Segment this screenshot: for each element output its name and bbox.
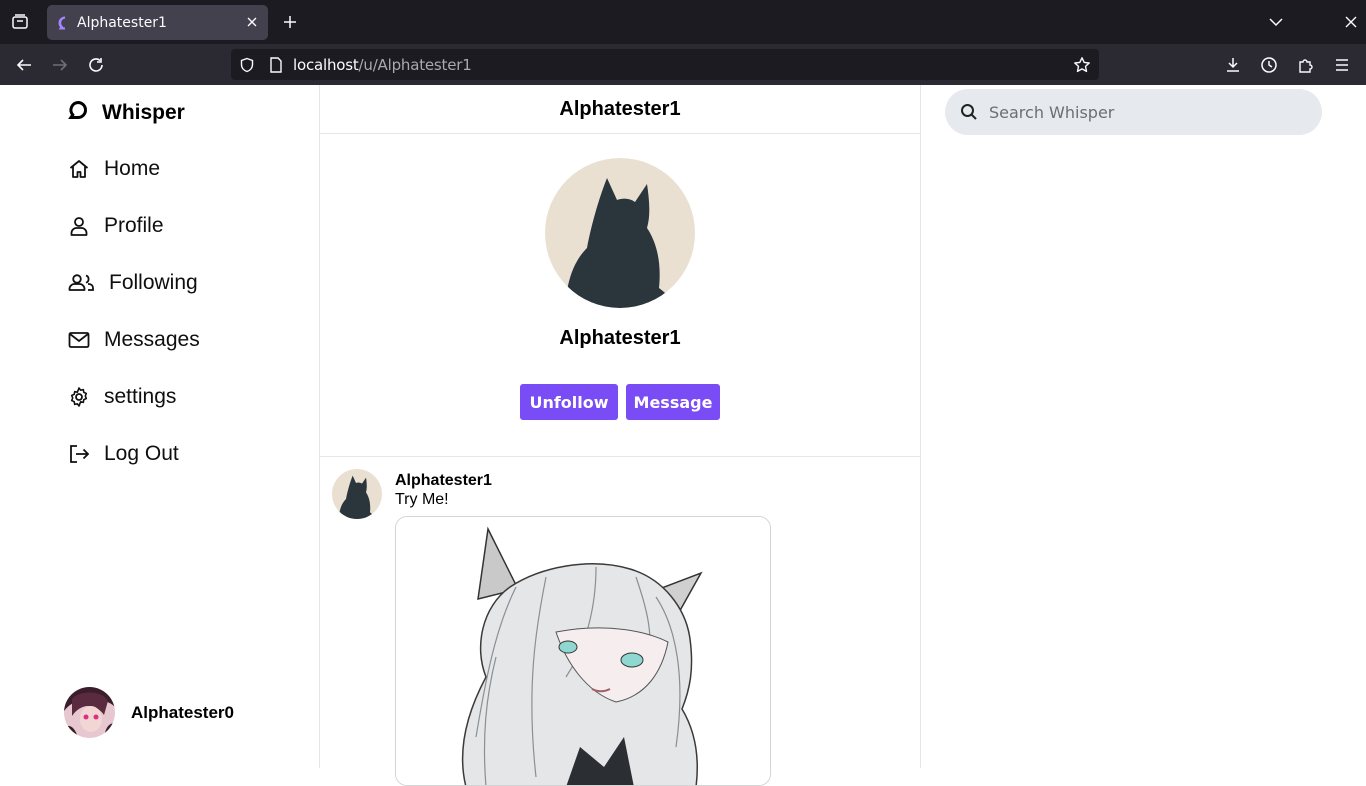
right-column (921, 85, 1366, 768)
main-column: Alphatester1 Alphatester1 Unfollow Messa… (320, 85, 921, 786)
profile-name: Alphatester1 (559, 327, 681, 349)
page: Whisper Home Profile Following Messages (0, 85, 1366, 786)
url-text: localhost/u/Alphatester1 (293, 56, 472, 74)
sidebar-item-settings[interactable]: settings (68, 382, 176, 412)
history-icon[interactable] (1258, 54, 1280, 76)
back-icon[interactable] (13, 54, 35, 76)
tab-close-icon[interactable] (244, 14, 260, 30)
brand[interactable]: Whisper (68, 100, 185, 125)
sidebar-item-label: Home (104, 157, 161, 180)
search-icon (959, 102, 979, 122)
new-tab-icon[interactable] (280, 12, 300, 32)
tab-list-icon[interactable] (8, 10, 32, 34)
sidebar-item-label: Following (109, 271, 198, 294)
user-icon (68, 215, 90, 237)
mail-icon (68, 329, 90, 351)
profile-avatar (545, 158, 695, 308)
page-header: Alphatester1 (320, 85, 920, 134)
menu-icon[interactable] (1331, 54, 1353, 76)
sidebar-item-logout[interactable]: Log Out (68, 439, 179, 469)
home-icon (68, 158, 90, 180)
tab-title: Alphatester1 (77, 14, 167, 31)
reload-icon[interactable] (85, 54, 107, 76)
sidebar-item-following[interactable]: Following (68, 268, 198, 298)
unfollow-button[interactable]: Unfollow (520, 384, 618, 420)
users-icon (68, 272, 95, 294)
search-input[interactable] (989, 102, 1309, 122)
downloads-icon[interactable] (1222, 54, 1244, 76)
whisper-logo-icon (68, 100, 88, 125)
sidebar-item-profile[interactable]: Profile (68, 211, 164, 241)
chevron-down-icon[interactable] (1266, 12, 1286, 32)
bookmark-star-icon[interactable] (1072, 55, 1092, 75)
sidebar-item-label: Log Out (104, 442, 179, 465)
sidebar-item-label: settings (104, 385, 177, 408)
brand-name: Whisper (102, 100, 185, 124)
forward-icon[interactable] (49, 54, 71, 76)
window-close-icon[interactable] (1341, 12, 1361, 32)
sidebar: Whisper Home Profile Following Messages (0, 85, 320, 768)
avatar (64, 687, 115, 738)
sidebar-item-home[interactable]: Home (68, 154, 160, 184)
post-image[interactable] (395, 516, 771, 786)
page-icon[interactable] (267, 56, 285, 74)
browser-nav-bar: localhost/u/Alphatester1 (0, 44, 1366, 85)
browser-tab-bar: Alphatester1 (0, 0, 1366, 44)
url-bar[interactable]: localhost/u/Alphatester1 (231, 49, 1099, 80)
post-text: Try Me! (395, 491, 449, 508)
search-box[interactable] (945, 89, 1322, 135)
message-button[interactable]: Message (626, 384, 720, 420)
gear-icon (68, 386, 90, 408)
extensions-icon[interactable] (1295, 54, 1317, 76)
browser-tab-active[interactable]: Alphatester1 (47, 5, 268, 40)
post[interactable]: Alphatester1 Try Me! (320, 457, 920, 786)
shield-icon[interactable] (238, 56, 256, 74)
sidebar-item-label: Messages (104, 328, 200, 351)
sidebar-item-messages[interactable]: Messages (68, 325, 200, 355)
post-avatar[interactable] (332, 469, 382, 519)
url-host: localhost (293, 56, 359, 74)
whisper-favicon-icon (57, 15, 73, 31)
account-name: Alphatester0 (131, 702, 234, 722)
post-author[interactable]: Alphatester1 (395, 472, 492, 490)
url-path: /u/Alphatester1 (358, 56, 472, 74)
page-title: Alphatester1 (559, 97, 681, 120)
sidebar-item-label: Profile (104, 214, 164, 237)
logout-icon (68, 443, 90, 465)
account-switcher[interactable]: Alphatester0 (64, 687, 234, 738)
